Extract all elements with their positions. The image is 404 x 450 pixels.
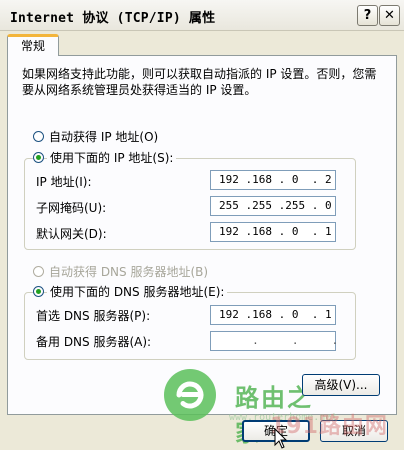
advanced-button[interactable]: 高级(V)... — [302, 374, 380, 396]
tab-general[interactable]: 常规 — [7, 34, 59, 56]
ip-address-label: IP 地址(I): — [36, 175, 92, 189]
routerhome-logo-icon — [164, 369, 216, 421]
default-gateway-label: 默认网关(D): — [36, 227, 107, 241]
alternate-dns-label: 备用 DNS 服务器(A): — [36, 335, 152, 349]
manual-dns-label: 使用下面的 DNS 服务器地址(E): — [47, 283, 228, 300]
title-bar: Internet 协议 (TCP/IP) 属性 ? ✕ — [0, 0, 404, 31]
subnet-mask-label: 子网掩码(U): — [36, 201, 107, 215]
preferred-dns-label: 首选 DNS 服务器(P): — [36, 309, 151, 323]
subnet-mask-input[interactable]: 255 .255 .255 . 0 — [210, 196, 336, 216]
auto-ip-label: 自动获得 IP 地址(O) — [49, 130, 159, 144]
preferred-dns-input[interactable]: 192 .168 . 0 . 1 — [210, 305, 336, 325]
manual-dns-radio[interactable] — [33, 286, 44, 297]
manual-ip-radio[interactable] — [33, 152, 44, 163]
auto-dns-radio[interactable] — [33, 266, 44, 277]
mouse-cursor-icon — [274, 428, 288, 449]
close-button[interactable]: ✕ — [379, 5, 400, 26]
description-text: 如果网络支持此功能，则可以获取自动指派的 IP 设置。否则，您需要从网络系统管理… — [22, 67, 377, 97]
default-gateway-input[interactable]: 192 .168 . 0 . 1 — [210, 222, 336, 242]
manual-ip-label: 使用下面的 IP 地址(S): — [47, 149, 177, 166]
auto-dns-label: 自动获得 DNS 服务器地址(B) — [49, 265, 209, 279]
auto-ip-radio[interactable] — [33, 131, 44, 142]
alternate-dns-input[interactable]: . . . — [210, 331, 338, 351]
ip-address-input[interactable]: 192 .168 . 0 . 2 — [210, 170, 336, 190]
window-title: Internet 协议 (TCP/IP) 属性 — [10, 11, 216, 26]
help-button[interactable]: ? — [357, 5, 378, 26]
